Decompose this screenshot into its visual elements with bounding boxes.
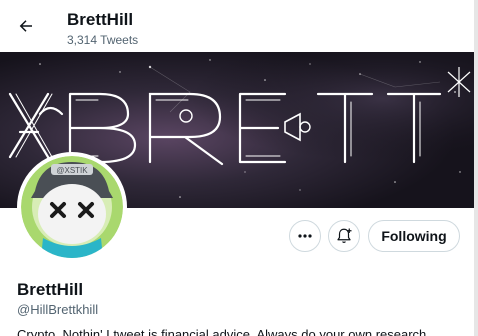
more-icon	[298, 234, 312, 238]
profile-header-bar: BrettHill 3,314 Tweets	[0, 0, 478, 52]
bell-plus-icon	[337, 228, 352, 243]
more-options-button[interactable]	[289, 220, 321, 252]
profile-avatar[interactable]: @XSTIK	[17, 152, 127, 262]
following-button[interactable]: Following	[368, 220, 460, 252]
cap-text: @XSTIK	[56, 166, 88, 175]
profile-bio: Crypto. Nothin' I tweet is financial adv…	[17, 327, 430, 336]
profile-handle: @HillBrettkhill	[17, 302, 99, 317]
notifications-button[interactable]	[328, 220, 360, 252]
back-button[interactable]	[10, 10, 42, 42]
scrollbar[interactable]	[474, 0, 478, 336]
avatar-image: @XSTIK	[21, 156, 123, 258]
back-arrow-icon	[19, 20, 32, 32]
tweet-count: 3,314 Tweets	[67, 33, 139, 47]
page-title: BrettHill	[67, 10, 134, 29]
profile-display-name: BrettHill	[17, 280, 84, 299]
